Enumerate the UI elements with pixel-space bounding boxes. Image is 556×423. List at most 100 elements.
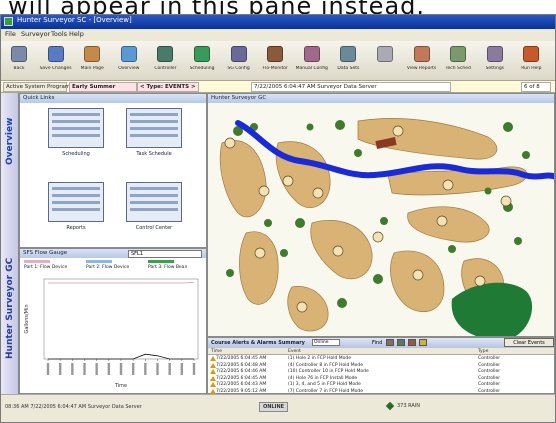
scheduling-thumbnail-icon <box>48 108 104 148</box>
toolbar-button-data-sets[interactable]: Data Sets <box>334 44 362 78</box>
toolbar-button-manual-config[interactable]: Manual Config <box>296 44 328 78</box>
toolbar-button-back[interactable]: Back <box>5 44 33 78</box>
legend-label-1: Part 1: Flow Device <box>24 265 68 270</box>
online-indicator: ONLINE <box>259 402 289 412</box>
settings-icon <box>486 46 503 62</box>
event-type: Controller <box>478 362 501 368</box>
quick-links-panel: Quick Links Scheduling Task Schedule Rep… <box>19 93 207 248</box>
datetime-display: 7/22/2005 6:04:47 AM Surveyor Data Serve… <box>251 82 451 92</box>
toolbar-button-label: Data Sets <box>337 66 360 71</box>
toolbar-button-pointer[interactable] <box>371 44 399 78</box>
toolbar-button-label: Tech Sched <box>445 66 471 71</box>
x-tick-label <box>168 363 171 375</box>
toolbar-button-save-changes[interactable]: Save Changes <box>40 44 72 78</box>
toolbar-button-sg-config[interactable]: SG Config <box>225 44 253 78</box>
events-find-label: Find <box>372 340 383 346</box>
x-tick-label <box>58 363 62 375</box>
status-row: Active System Program Early Summer < Typ… <box>1 81 555 93</box>
toolbar-button-label: Scheduling <box>189 66 215 71</box>
menu-file[interactable]: File <box>5 30 16 38</box>
x-tick-label <box>107 363 111 375</box>
toolbar-button-overview[interactable]: Overview <box>115 44 143 78</box>
flow-icon <box>267 46 284 62</box>
menu-tools[interactable]: Tools <box>51 30 67 38</box>
quick-link-label: Control Center <box>135 225 173 231</box>
course-map-panel[interactable]: Hunter Surveyor GC <box>207 93 555 337</box>
alert-filter-icon[interactable] <box>386 339 394 346</box>
home-icon <box>84 46 101 62</box>
toolbar-button-flo-monitor[interactable]: Flo-Monitor <box>261 44 289 78</box>
event-type: Controller <box>478 369 501 374</box>
toolbar-button-main-page[interactable]: Main Page <box>78 44 106 78</box>
controller-filter-icon[interactable] <box>397 339 405 346</box>
quick-link-reports[interactable]: Reports <box>48 182 104 236</box>
toolbar-button-label: View Reports <box>406 66 437 71</box>
controller-icon <box>157 46 174 62</box>
toolbar-button-label: Settings <box>485 66 505 71</box>
toolbar-button-settings[interactable]: Settings <box>481 44 509 78</box>
flow-chart: Gallons/Min Time <box>24 278 199 389</box>
toolbar-button-run-help[interactable]: Run Help <box>517 44 545 78</box>
events-filter-select[interactable]: Online <box>312 339 340 346</box>
program-value[interactable]: Early Summer <box>69 82 137 92</box>
flow-sensor-select[interactable]: SFL1 <box>128 250 202 258</box>
toolbar-button-label: Save Changes <box>39 66 72 71</box>
event-time: 7/22/2005 6:04:43 AM <box>216 382 267 387</box>
toolbar-button-scheduling[interactable]: Scheduling <box>188 44 216 78</box>
tab-overview[interactable]: Overview <box>2 101 18 181</box>
clear-events-button[interactable]: Clear Events <box>504 338 554 347</box>
event-text: (7) Controller 7 in FCP Hold Mode <box>288 388 364 394</box>
reports-icon <box>413 46 430 62</box>
quick-link-scheduling[interactable]: Scheduling <box>48 108 104 162</box>
legend-swatch-1 <box>24 260 50 263</box>
toolbar-button-tech-sched[interactable]: Tech Sched <box>444 44 472 78</box>
x-axis-label: Time <box>114 383 127 389</box>
legend-swatch-2 <box>86 260 112 263</box>
left-tab-bar: Overview Hunter Surveyor GC <box>1 93 19 394</box>
app-window: Hunter Surveyor SC - [Overview] File Sur… <box>0 14 556 423</box>
x-tick-label <box>95 363 98 375</box>
quick-link-task-schedule[interactable]: Task Schedule <box>126 108 182 162</box>
toolbar-button-controller[interactable]: Controller <box>151 44 179 78</box>
event-type: Controller <box>478 356 501 361</box>
rain-status: 373 RAIN <box>397 403 421 409</box>
toolbar: Back Save Changes Main Page Overview Control… <box>1 41 555 81</box>
x-tick-label <box>192 363 196 375</box>
y-axis-label: Gallons/Min <box>24 304 30 333</box>
rain-icon <box>385 401 395 411</box>
toolbar-button-label: Controller <box>154 66 177 71</box>
pointer-icon <box>377 46 393 62</box>
quick-link-label: Task Schedule <box>136 151 172 157</box>
station-filter-icon[interactable] <box>408 339 416 346</box>
back-arrow-icon <box>11 46 27 62</box>
events-panel: Course Alerts & Alarms Summary Online Fi… <box>207 337 555 394</box>
x-tick-label <box>83 363 86 375</box>
legend-label-3: Part 3: Flow Bean <box>148 265 188 270</box>
toolbar-button-label: Back <box>13 66 25 71</box>
event-type: Controller <box>478 375 501 381</box>
toolbar-button-label: Run Help <box>521 66 542 71</box>
menu-surveyor[interactable]: Surveyor <box>21 30 50 38</box>
events-title: Course Alerts & Alarms Summary <box>211 340 305 346</box>
event-text: (10) Controller 10 in FCP Hold Mode <box>288 369 369 374</box>
quick-link-control-center[interactable]: Control Center <box>126 182 182 236</box>
x-tick-label <box>46 363 50 375</box>
toolbar-button-label: Manual Config <box>295 66 328 71</box>
toolbar-button-label: Flo-Monitor <box>262 66 288 71</box>
reports-thumbnail-icon <box>48 182 104 222</box>
window-title: Hunter Surveyor SC - [Overview] <box>17 16 132 24</box>
legend-swatch-3 <box>148 260 174 263</box>
event-text: (4) Hole 76 in FCP Install Mode <box>288 375 358 381</box>
program-label: Active System Program <box>3 82 70 92</box>
menu-help[interactable]: Help <box>69 30 84 38</box>
app-logo-icon <box>4 17 13 26</box>
event-time: 7/22/2005 6:04:45 AM <box>216 375 267 381</box>
rough-pond <box>451 282 532 336</box>
event-text: (1) 3, 4, and 5 in FCP Hold Mode <box>288 382 361 387</box>
event-time: 7/22/2005 6:04:45 AM <box>216 356 267 361</box>
tech-icon <box>450 46 467 62</box>
course-map <box>219 118 554 336</box>
warning-filter-icon[interactable] <box>419 339 427 346</box>
toolbar-button-view-reports[interactable]: View Reports <box>407 44 436 78</box>
menu-bar: File Surveyor Tools Help <box>1 29 555 41</box>
